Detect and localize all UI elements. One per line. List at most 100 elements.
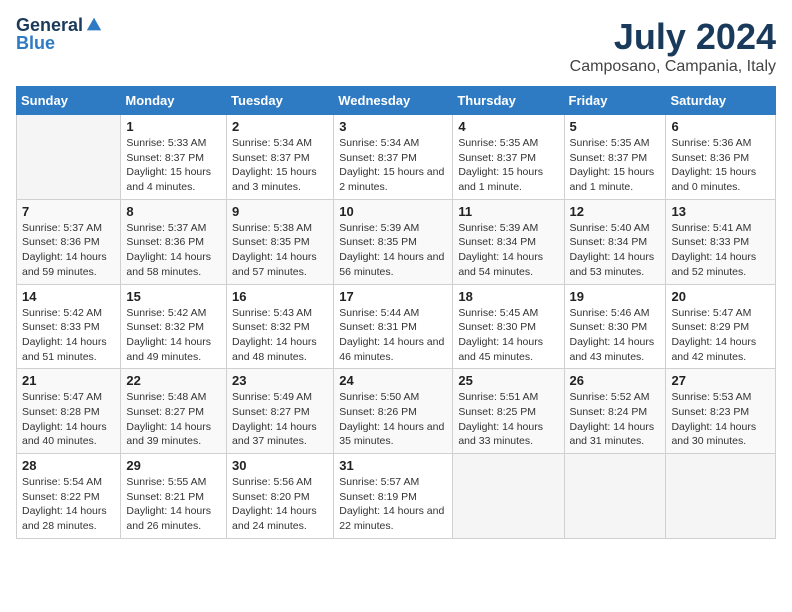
day-info: Sunrise: 5:38 AMSunset: 8:35 PMDaylight:…	[232, 221, 328, 280]
day-info: Sunrise: 5:56 AMSunset: 8:20 PMDaylight:…	[232, 475, 328, 534]
day-info: Sunrise: 5:49 AMSunset: 8:27 PMDaylight:…	[232, 390, 328, 449]
calendar-cell: 6 Sunrise: 5:36 AMSunset: 8:36 PMDaylight…	[666, 115, 776, 200]
day-number: 7	[22, 204, 115, 219]
calendar-cell: 26Sunrise: 5:52 AMSunset: 8:24 PMDayligh…	[564, 369, 666, 454]
day-number: 29	[126, 458, 221, 473]
day-info: Sunrise: 5:34 AMSunset: 8:37 PMDaylight:…	[232, 136, 328, 195]
day-info: Sunrise: 5:39 AMSunset: 8:35 PMDaylight:…	[339, 221, 447, 280]
day-info: Sunrise: 5:39 AMSunset: 8:34 PMDaylight:…	[458, 221, 558, 280]
day-number: 24	[339, 373, 447, 388]
day-number: 20	[671, 289, 770, 304]
calendar-cell: 12Sunrise: 5:40 AMSunset: 8:34 PMDayligh…	[564, 199, 666, 284]
calendar-cell: 4 Sunrise: 5:35 AMSunset: 8:37 PMDaylight…	[453, 115, 564, 200]
day-info: Sunrise: 5:35 AMSunset: 8:37 PMDaylight:…	[458, 136, 558, 195]
calendar-cell: 8Sunrise: 5:37 AMSunset: 8:36 PMDaylight…	[121, 199, 227, 284]
day-info: Sunrise: 5:43 AMSunset: 8:32 PMDaylight:…	[232, 306, 328, 365]
day-number: 19	[570, 289, 661, 304]
calendar-cell: 7Sunrise: 5:37 AMSunset: 8:36 PMDaylight…	[17, 199, 121, 284]
calendar-week-row: 28 Sunrise: 5:54 AMSunset: 8:22 PMDayligh…	[17, 454, 776, 539]
calendar-cell: 16 Sunrise: 5:43 AMSunset: 8:32 PMDayligh…	[227, 284, 334, 369]
calendar-week-row: 14Sunrise: 5:42 AMSunset: 8:33 PMDayligh…	[17, 284, 776, 369]
calendar-cell: 29 Sunrise: 5:55 AMSunset: 8:21 PMDayligh…	[121, 454, 227, 539]
day-number: 4	[458, 119, 558, 134]
calendar-cell: 3 Sunrise: 5:34 AMSunset: 8:37 PMDaylight…	[334, 115, 453, 200]
calendar-cell	[666, 454, 776, 539]
weekday-header-wednesday: Wednesday	[334, 87, 453, 115]
day-info: Sunrise: 5:54 AMSunset: 8:22 PMDaylight:…	[22, 475, 115, 534]
calendar-cell: 18 Sunrise: 5:45 AMSunset: 8:30 PMDayligh…	[453, 284, 564, 369]
day-info: Sunrise: 5:33 AMSunset: 8:37 PMDaylight:…	[126, 136, 221, 195]
subtitle: Camposano, Campania, Italy	[570, 58, 776, 76]
day-number: 16	[232, 289, 328, 304]
day-info: Sunrise: 5:57 AMSunset: 8:19 PMDaylight:…	[339, 475, 447, 534]
day-number: 18	[458, 289, 558, 304]
day-number: 22	[126, 373, 221, 388]
calendar-cell: 19 Sunrise: 5:46 AMSunset: 8:30 PMDayligh…	[564, 284, 666, 369]
calendar-week-row: 1 Sunrise: 5:33 AMSunset: 8:37 PMDaylight…	[17, 115, 776, 200]
logo-blue-text: Blue	[16, 34, 55, 52]
day-number: 5	[570, 119, 661, 134]
day-number: 15	[126, 289, 221, 304]
day-info: Sunrise: 5:53 AMSunset: 8:23 PMDaylight:…	[671, 390, 770, 449]
day-number: 6	[671, 119, 770, 134]
calendar-cell: 21 Sunrise: 5:47 AMSunset: 8:28 PMDayligh…	[17, 369, 121, 454]
day-number: 12	[570, 204, 661, 219]
weekday-header-thursday: Thursday	[453, 87, 564, 115]
day-number: 21	[22, 373, 115, 388]
weekday-header-friday: Friday	[564, 87, 666, 115]
day-info: Sunrise: 5:36 AMSunset: 8:36 PMDaylight:…	[671, 136, 770, 195]
day-number: 17	[339, 289, 447, 304]
day-info: Sunrise: 5:42 AMSunset: 8:32 PMDaylight:…	[126, 306, 221, 365]
calendar-cell: 28 Sunrise: 5:54 AMSunset: 8:22 PMDayligh…	[17, 454, 121, 539]
calendar-cell: 11Sunrise: 5:39 AMSunset: 8:34 PMDayligh…	[453, 199, 564, 284]
day-number: 9	[232, 204, 328, 219]
calendar-cell: 1 Sunrise: 5:33 AMSunset: 8:37 PMDaylight…	[121, 115, 227, 200]
day-info: Sunrise: 5:51 AMSunset: 8:25 PMDaylight:…	[458, 390, 558, 449]
calendar-cell: 9 Sunrise: 5:38 AMSunset: 8:35 PMDaylight…	[227, 199, 334, 284]
day-number: 1	[126, 119, 221, 134]
calendar-cell: 24 Sunrise: 5:50 AMSunset: 8:26 PMDayligh…	[334, 369, 453, 454]
calendar-cell	[17, 115, 121, 200]
day-number: 10	[339, 204, 447, 219]
day-info: Sunrise: 5:41 AMSunset: 8:33 PMDaylight:…	[671, 221, 770, 280]
day-number: 28	[22, 458, 115, 473]
main-title: July 2024	[570, 16, 776, 58]
day-info: Sunrise: 5:55 AMSunset: 8:21 PMDaylight:…	[126, 475, 221, 534]
weekday-header-sunday: Sunday	[17, 87, 121, 115]
calendar-cell: 2 Sunrise: 5:34 AMSunset: 8:37 PMDaylight…	[227, 115, 334, 200]
calendar-cell: 10 Sunrise: 5:39 AMSunset: 8:35 PMDayligh…	[334, 199, 453, 284]
day-number: 13	[671, 204, 770, 219]
day-number: 27	[671, 373, 770, 388]
calendar-cell: 30 Sunrise: 5:56 AMSunset: 8:20 PMDayligh…	[227, 454, 334, 539]
calendar-table: SundayMondayTuesdayWednesdayThursdayFrid…	[16, 86, 776, 539]
day-number: 30	[232, 458, 328, 473]
logo-icon	[85, 16, 103, 34]
calendar-cell: 23 Sunrise: 5:49 AMSunset: 8:27 PMDayligh…	[227, 369, 334, 454]
day-number: 26	[570, 373, 661, 388]
calendar-cell: 14Sunrise: 5:42 AMSunset: 8:33 PMDayligh…	[17, 284, 121, 369]
day-number: 2	[232, 119, 328, 134]
calendar-cell: 15 Sunrise: 5:42 AMSunset: 8:32 PMDayligh…	[121, 284, 227, 369]
day-number: 3	[339, 119, 447, 134]
day-info: Sunrise: 5:47 AMSunset: 8:28 PMDaylight:…	[22, 390, 115, 449]
day-info: Sunrise: 5:34 AMSunset: 8:37 PMDaylight:…	[339, 136, 447, 195]
day-info: Sunrise: 5:46 AMSunset: 8:30 PMDaylight:…	[570, 306, 661, 365]
calendar-cell: 31Sunrise: 5:57 AMSunset: 8:19 PMDayligh…	[334, 454, 453, 539]
day-info: Sunrise: 5:44 AMSunset: 8:31 PMDaylight:…	[339, 306, 447, 365]
weekday-header-row: SundayMondayTuesdayWednesdayThursdayFrid…	[17, 87, 776, 115]
day-number: 23	[232, 373, 328, 388]
calendar-cell	[564, 454, 666, 539]
calendar-cell: 17 Sunrise: 5:44 AMSunset: 8:31 PMDayligh…	[334, 284, 453, 369]
calendar-week-row: 21 Sunrise: 5:47 AMSunset: 8:28 PMDayligh…	[17, 369, 776, 454]
logo-general-text: General	[16, 16, 83, 34]
day-info: Sunrise: 5:48 AMSunset: 8:27 PMDaylight:…	[126, 390, 221, 449]
calendar-cell: 27 Sunrise: 5:53 AMSunset: 8:23 PMDayligh…	[666, 369, 776, 454]
title-block: July 2024 Camposano, Campania, Italy	[570, 16, 776, 76]
day-number: 25	[458, 373, 558, 388]
calendar-cell: 22 Sunrise: 5:48 AMSunset: 8:27 PMDayligh…	[121, 369, 227, 454]
day-info: Sunrise: 5:50 AMSunset: 8:26 PMDaylight:…	[339, 390, 447, 449]
day-info: Sunrise: 5:45 AMSunset: 8:30 PMDaylight:…	[458, 306, 558, 365]
calendar-cell: 20Sunrise: 5:47 AMSunset: 8:29 PMDayligh…	[666, 284, 776, 369]
page-header: General Blue July 2024 Camposano, Campan…	[16, 16, 776, 76]
day-info: Sunrise: 5:42 AMSunset: 8:33 PMDaylight:…	[22, 306, 115, 365]
